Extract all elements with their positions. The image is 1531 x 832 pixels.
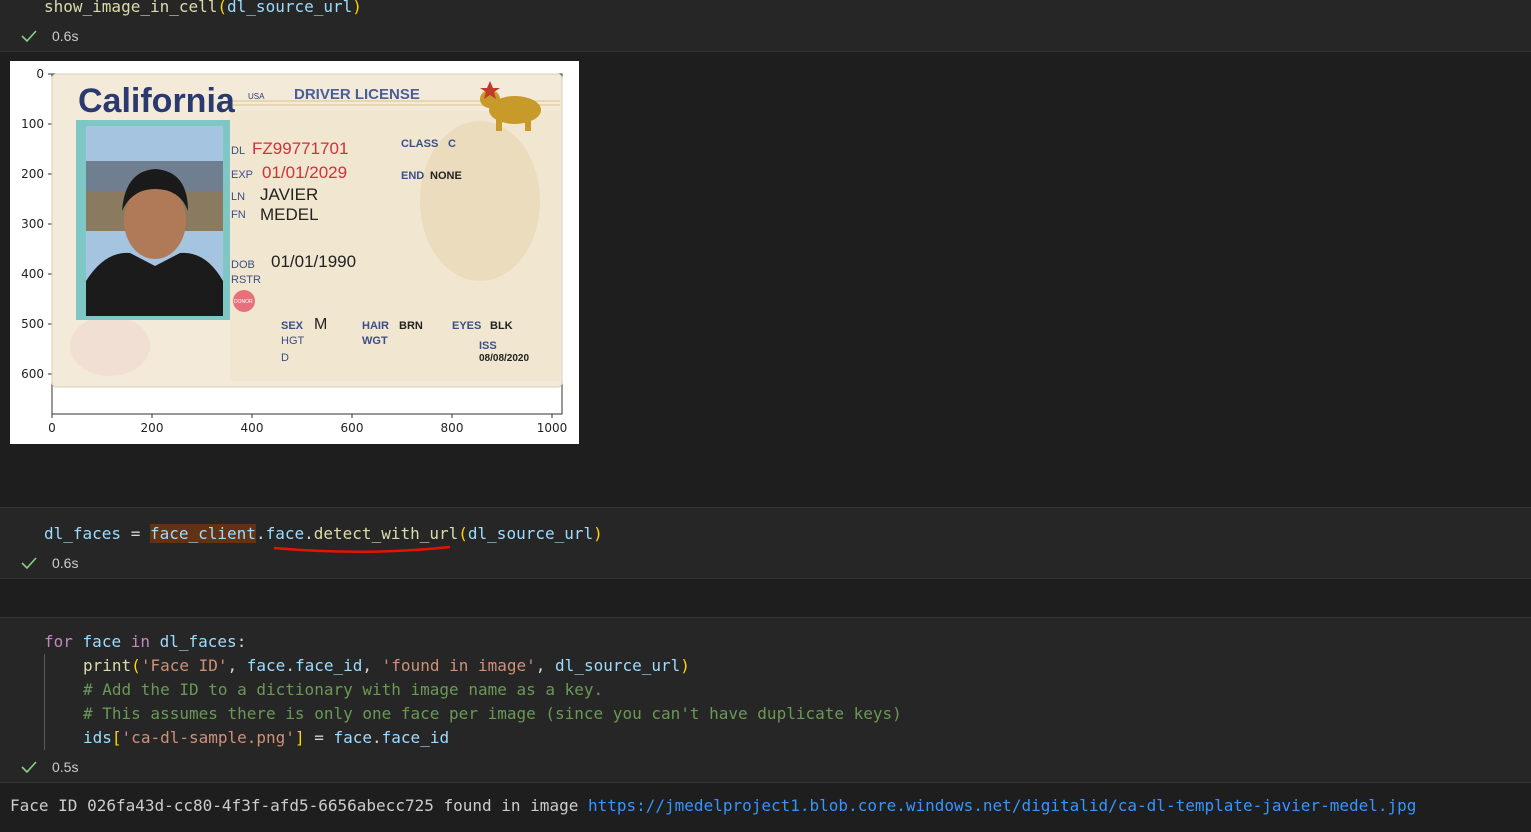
card-usa: USA (248, 92, 265, 101)
card-doctype: DRIVER LICENSE (294, 86, 420, 103)
execution-time: 0.6s (52, 28, 79, 44)
hgt-label: HGT (281, 335, 305, 347)
x-tick-label: 200 (141, 421, 164, 435)
x-axis-ticks: 0 200 400 600 800 1000 (48, 414, 567, 435)
x-tick-label: 800 (441, 421, 464, 435)
donor-text: DONOR (234, 299, 253, 305)
portrait-photo (86, 126, 223, 316)
y-tick-label: 500 (21, 317, 44, 331)
y-tick-label: 200 (21, 167, 44, 181)
eyes-value: BLK (490, 320, 513, 332)
first-name: MEDEL (260, 205, 319, 224)
check-icon (21, 761, 37, 774)
code-cell-2[interactable]: dl_faces = face_client.face.detect_with_… (0, 507, 1531, 579)
exp-label: EXP (231, 169, 253, 181)
class-value: C (448, 138, 456, 150)
y-tick-label: 300 (21, 217, 44, 231)
rstr-label: RSTR (231, 274, 261, 286)
sex-value: M (314, 316, 327, 333)
fn-label: FN (231, 209, 246, 221)
ln-label: LN (231, 191, 245, 203)
sex-label: SEX (281, 320, 304, 332)
wgt-label: WGT (362, 335, 388, 347)
iss-date: 08/08/2020 (479, 353, 529, 364)
execution-time: 0.6s (52, 555, 79, 571)
license-card: California USA DRIVER LICENSE DL FZ99771… (51, 73, 563, 388)
cell-status: 0.5s (20, 757, 78, 777)
check-icon (21, 30, 37, 43)
code-comment: # This assumes there is only one face pe… (83, 704, 902, 723)
cell-output: Face ID 026fa43d-cc80-4f3f-afd5-6656abec… (10, 794, 1416, 818)
x-tick-label: 400 (241, 421, 264, 435)
last-name: JAVIER (260, 185, 318, 204)
exp-date: 01/01/2029 (262, 163, 347, 182)
end-label: END (401, 170, 424, 182)
code-line: dl_faces = face_client.face.detect_with_… (44, 524, 603, 543)
hair-label: HAIR (362, 320, 389, 332)
x-tick-label: 1000 (537, 421, 568, 435)
cell-status: 0.6s (20, 26, 78, 46)
y-tick-label: 0 (36, 67, 44, 81)
error-squiggle (273, 545, 451, 553)
dl-label: DL (231, 145, 245, 157)
d-label: D (281, 352, 289, 364)
hair-value: BRN (399, 320, 423, 332)
x-tick-label: 600 (341, 421, 364, 435)
iss-label: ISS (479, 340, 497, 352)
dob: 01/01/1990 (271, 252, 356, 271)
code-line: show_image_in_cell(dl_source_url) (44, 0, 362, 16)
dob-label: DOB (231, 259, 255, 271)
cell-status: 0.6s (20, 553, 78, 573)
output-image: 0 100 200 300 400 500 600 0 200 400 600 800 1000 Ca… (10, 61, 579, 444)
code-comment: # Add the ID to a dictionary with image … (83, 680, 604, 699)
y-axis-ticks: 0 100 200 300 400 500 600 (21, 67, 52, 381)
eyes-label: EYES (452, 320, 481, 332)
y-tick-label: 400 (21, 267, 44, 281)
code-cell-1[interactable]: show_image_in_cell(dl_source_url) (0, 0, 1531, 52)
x-tick-label: 0 (48, 421, 56, 435)
dl-number: FZ99771701 (252, 139, 348, 158)
output-link[interactable]: https://jmedelproject1.blob.core.windows… (588, 796, 1416, 815)
code-line: print('Face ID', face.face_id, 'found in… (83, 656, 690, 675)
code-cell-3[interactable]: for face in dl_faces: print('Face ID', f… (0, 617, 1531, 783)
execution-time: 0.5s (52, 759, 79, 775)
end-value: NONE (430, 170, 462, 182)
code-line: for face in dl_faces: (44, 632, 247, 651)
check-icon (21, 557, 37, 570)
output-text: Face ID 026fa43d-cc80-4f3f-afd5-6656abec… (10, 796, 588, 815)
card-state: California (78, 82, 236, 120)
y-tick-label: 100 (21, 117, 44, 131)
code-line: ids['ca-dl-sample.png'] = face.face_id (83, 728, 450, 747)
indent-guide (44, 654, 45, 750)
class-label: CLASS (401, 138, 438, 150)
y-tick-label: 600 (21, 367, 44, 381)
image-plot: 0 100 200 300 400 500 600 0 200 400 600 800 1000 Ca… (21, 67, 567, 435)
